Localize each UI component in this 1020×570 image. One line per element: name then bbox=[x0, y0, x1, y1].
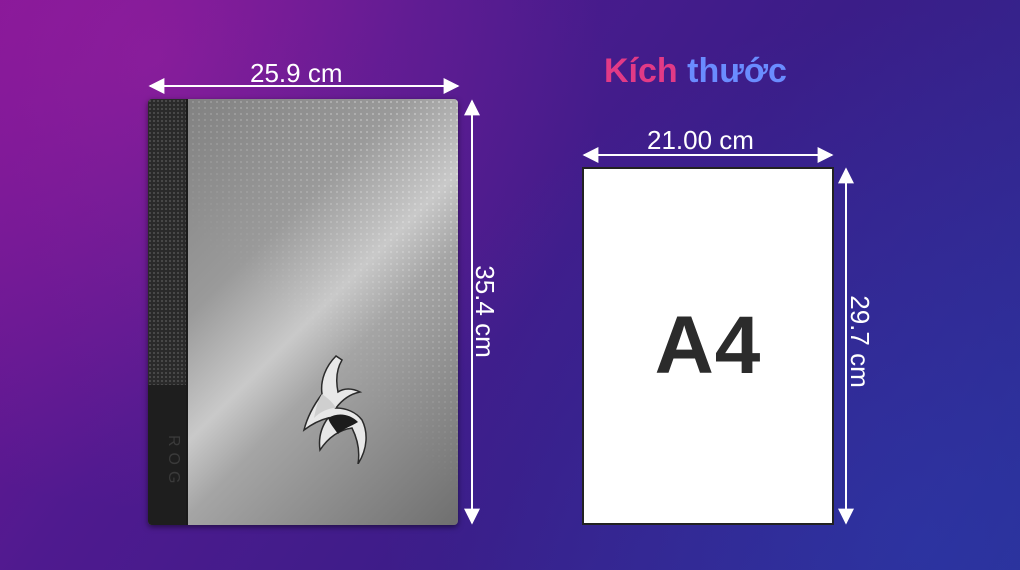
paper-width-label: 21.00 cm bbox=[647, 125, 754, 155]
paper-label: A4 bbox=[654, 300, 762, 391]
title-word-1: Kích bbox=[604, 52, 678, 90]
rog-side-lettering: ROG bbox=[165, 434, 182, 490]
laptop-height-label: 35.4 cm bbox=[469, 265, 500, 358]
title-word-2: thước bbox=[687, 52, 787, 90]
laptop-lid: ROG bbox=[148, 99, 458, 525]
laptop-width-label: 25.9 cm bbox=[250, 58, 343, 88]
rog-eye-icon bbox=[302, 355, 367, 464]
paper-height-label: 29.7 cm bbox=[844, 295, 875, 388]
page-title: Kích thước bbox=[604, 52, 787, 91]
a4-paper: A4 bbox=[582, 167, 834, 525]
